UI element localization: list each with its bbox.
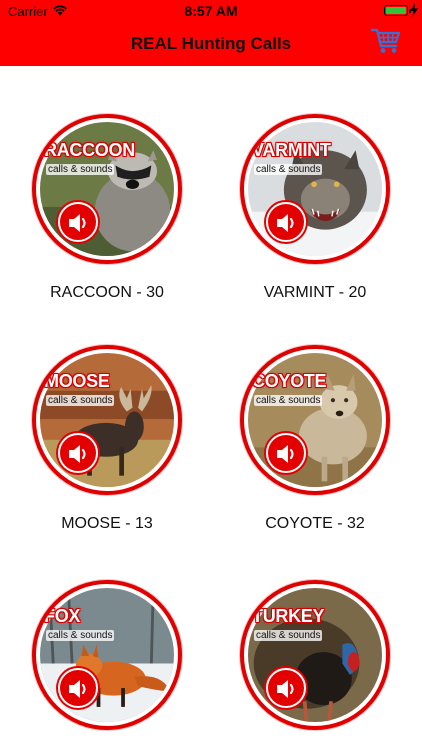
tile-title: TURKEY — [252, 606, 325, 626]
varmint-call-button[interactable]: VARMINT calls & sounds — [240, 114, 390, 264]
app-header: Carrier 8:57 AM REAL Hunting Calls — [0, 0, 422, 66]
page-title: REAL Hunting Calls — [130, 34, 292, 53]
tile-raccoon[interactable]: RACCOON calls & sounds RACCOON - 30 — [32, 114, 192, 314]
tile-fox[interactable]: FOX calls & sounds — [32, 580, 192, 750]
charging-bolt-icon — [410, 3, 418, 17]
tile-caption: VARMINT - 20 — [263, 284, 367, 301]
tile-caption: RACCOON - 30 — [50, 284, 164, 301]
tile-moose[interactable]: MOOSE calls & sounds MOOSE - 13 — [32, 345, 192, 545]
speaker-icon[interactable] — [266, 433, 306, 473]
tile-turkey[interactable]: TURKEY calls & sounds — [240, 580, 400, 750]
moose-call-button[interactable]: MOOSE calls & sounds — [32, 345, 182, 495]
tile-coyote[interactable]: COYOTE calls & sounds COYOTE - 32 — [240, 345, 400, 545]
tile-title: MOOSE — [44, 371, 110, 391]
tile-title: FOX — [44, 606, 81, 626]
turkey-call-button[interactable]: TURKEY calls & sounds — [240, 580, 390, 730]
shopping-cart-icon[interactable] — [371, 27, 401, 55]
speaker-icon[interactable] — [58, 433, 98, 473]
clock: 8:57 AM — [184, 3, 238, 19]
tile-subtitle: calls & sounds — [254, 630, 323, 641]
tile-caption: COYOTE - 32 — [265, 515, 365, 532]
tile-subtitle: calls & sounds — [254, 395, 323, 406]
tile-title: VARMINT — [252, 140, 331, 160]
tile-varmint[interactable]: VARMINT calls & sounds VARMINT - 20 — [240, 114, 400, 314]
tile-title: RACCOON — [44, 140, 135, 160]
speaker-icon[interactable] — [266, 202, 306, 242]
tile-subtitle: calls & sounds — [254, 164, 323, 175]
tile-title: COYOTE — [252, 371, 327, 391]
speaker-icon[interactable] — [266, 668, 306, 708]
tile-subtitle: calls & sounds — [46, 395, 115, 406]
speaker-icon[interactable] — [58, 668, 98, 708]
coyote-call-button[interactable]: COYOTE calls & sounds — [240, 345, 390, 495]
tile-subtitle: calls & sounds — [46, 164, 115, 175]
tile-subtitle: calls & sounds — [46, 630, 115, 641]
raccoon-call-button[interactable]: RACCOON calls & sounds — [32, 114, 182, 264]
fox-call-button[interactable]: FOX calls & sounds — [32, 580, 182, 730]
status-bar: Carrier 8:57 AM — [0, 0, 422, 22]
battery-icon — [384, 5, 411, 16]
tile-caption: MOOSE - 13 — [61, 515, 153, 532]
speaker-icon[interactable] — [58, 202, 98, 242]
